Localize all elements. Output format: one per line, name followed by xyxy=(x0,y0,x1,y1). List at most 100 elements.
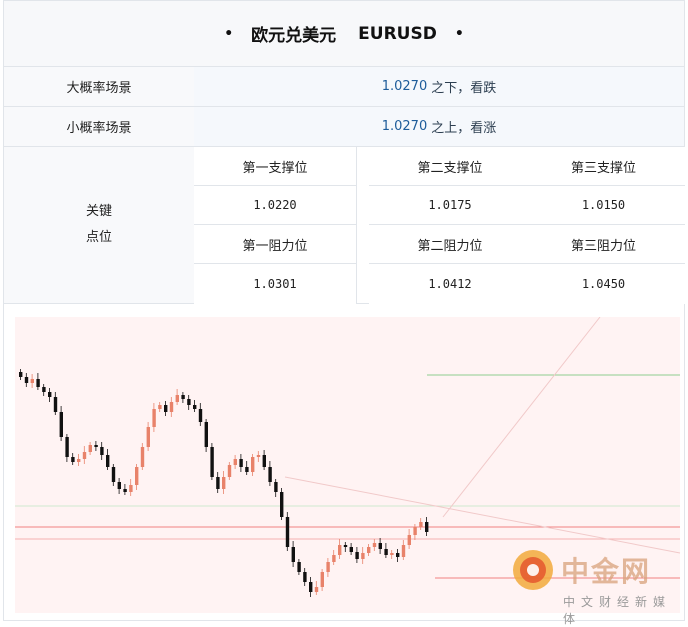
candle-body xyxy=(204,422,208,447)
candle-body xyxy=(100,447,104,455)
candle-body xyxy=(407,535,411,545)
candle-body xyxy=(233,459,237,465)
candle-body xyxy=(355,552,359,559)
candle-body xyxy=(30,379,34,383)
candle-body xyxy=(262,455,266,467)
title-bullet-right: • xyxy=(454,25,464,42)
candle-body xyxy=(378,543,382,549)
resistance-value-3: 1.0450 xyxy=(522,264,685,304)
candle-body xyxy=(59,412,63,437)
candle-body xyxy=(210,447,214,477)
candle-body xyxy=(367,547,371,553)
candle-body xyxy=(24,377,29,383)
candle-body xyxy=(285,517,290,547)
support-header-2: 第二支撑位 xyxy=(369,147,532,186)
analysis-card: • 欧元兑美元 EURUSD • 大概率场景 1.0270 之下，看跌 小概率场… xyxy=(3,0,685,626)
candle-body xyxy=(338,545,342,555)
candle-body xyxy=(77,459,81,462)
candle-body xyxy=(140,447,145,467)
candle-body xyxy=(303,572,307,582)
key-levels-row: 关键 点位 第一支撑位 第二支撑位 第三支撑位 1.0220 1.0175 1.… xyxy=(3,147,685,304)
scenario-value: 1.0270 之上，看涨 xyxy=(194,107,684,146)
candle-body xyxy=(419,522,423,527)
watermark: 中金网 中文财经新媒体 xyxy=(511,548,671,626)
scenario-value: 1.0270 之下，看跌 xyxy=(194,67,684,106)
key-levels-label: 关键 点位 xyxy=(4,147,195,303)
candle-body xyxy=(36,379,40,387)
candle-body xyxy=(291,547,295,562)
candle-body xyxy=(227,465,232,477)
candle-body xyxy=(88,445,92,452)
resistance-value-1: 1.0301 xyxy=(194,264,357,304)
candle-body xyxy=(425,522,429,532)
candle-body xyxy=(216,477,220,489)
candle-body xyxy=(187,399,191,405)
candle-body xyxy=(146,427,150,447)
title-bullet-left: • xyxy=(224,25,234,42)
scenario-label: 小概率场景 xyxy=(4,107,195,146)
candle-body xyxy=(384,549,388,555)
candle-body xyxy=(42,387,46,392)
candle-body xyxy=(320,572,324,587)
candle-body xyxy=(280,492,284,517)
candle-body xyxy=(152,409,156,427)
scenario-level: 1.0270 xyxy=(381,119,428,134)
candle-body xyxy=(413,527,417,535)
candle-body xyxy=(106,455,110,467)
candle-body xyxy=(297,562,301,572)
candle-body xyxy=(372,543,377,547)
candle-body xyxy=(48,392,52,397)
candle-body xyxy=(53,397,58,412)
watermark-subtitle: 中文财经新媒体 xyxy=(563,595,672,626)
candle-body xyxy=(71,457,75,462)
candle-body xyxy=(181,395,185,399)
key-levels-grid: 第一支撑位 第二支撑位 第三支撑位 1.0220 1.0175 1.0150 第… xyxy=(194,147,685,304)
candle-body xyxy=(401,545,406,557)
watermark-name: 中金网 xyxy=(561,555,652,588)
candle-body xyxy=(309,582,313,592)
scenario-condition: 之上，看涨 xyxy=(431,121,497,136)
candle-body xyxy=(256,455,261,457)
candle-body xyxy=(158,405,162,409)
candle-body xyxy=(117,482,121,489)
candle-body xyxy=(332,555,336,562)
resistance-header-3: 第三阻力位 xyxy=(522,225,685,264)
candle-body xyxy=(193,405,197,409)
candle-body xyxy=(390,553,394,555)
scenario-level: 1.0270 xyxy=(381,79,428,94)
candle-body xyxy=(129,485,133,492)
support-value-2: 1.0175 xyxy=(369,186,532,225)
candle-body xyxy=(343,545,348,547)
candle-body xyxy=(268,467,272,482)
scenario-label: 大概率场景 xyxy=(4,67,195,106)
candle-body xyxy=(19,372,23,377)
candle-body xyxy=(169,402,174,412)
candle-body xyxy=(135,467,139,485)
candle-body xyxy=(245,467,249,472)
resistance-value-2: 1.0412 xyxy=(369,264,532,304)
pair-name: 欧元兑美元 xyxy=(251,26,337,46)
candle-body xyxy=(274,482,278,492)
support-value-3: 1.0150 xyxy=(522,186,685,225)
candle-body xyxy=(326,562,330,572)
key-levels-label-line2: 点位 xyxy=(85,230,112,245)
candle-body xyxy=(198,409,203,422)
candle-body xyxy=(361,553,365,559)
scenario-row-minor: 小概率场景 1.0270 之上，看涨 xyxy=(3,107,685,147)
pair-symbol: EURUSD xyxy=(358,23,437,44)
candle-body xyxy=(164,405,168,412)
candle-body xyxy=(222,477,226,489)
scenario-condition: 之下，看跌 xyxy=(431,81,497,96)
candle-body xyxy=(251,457,255,472)
candle-body xyxy=(349,547,353,552)
support-value-1: 1.0220 xyxy=(194,186,357,225)
scenario-row-major: 大概率场景 1.0270 之下，看跌 xyxy=(3,67,685,107)
candle-body xyxy=(396,553,400,557)
candle-body xyxy=(94,445,98,447)
support-header-1: 第一支撑位 xyxy=(194,147,357,186)
support-header-3: 第三支撑位 xyxy=(522,147,685,186)
key-levels-label-line1: 关键 xyxy=(85,204,112,219)
candle-body xyxy=(175,395,179,402)
candle-body xyxy=(111,467,116,482)
resistance-header-2: 第二阻力位 xyxy=(369,225,532,264)
